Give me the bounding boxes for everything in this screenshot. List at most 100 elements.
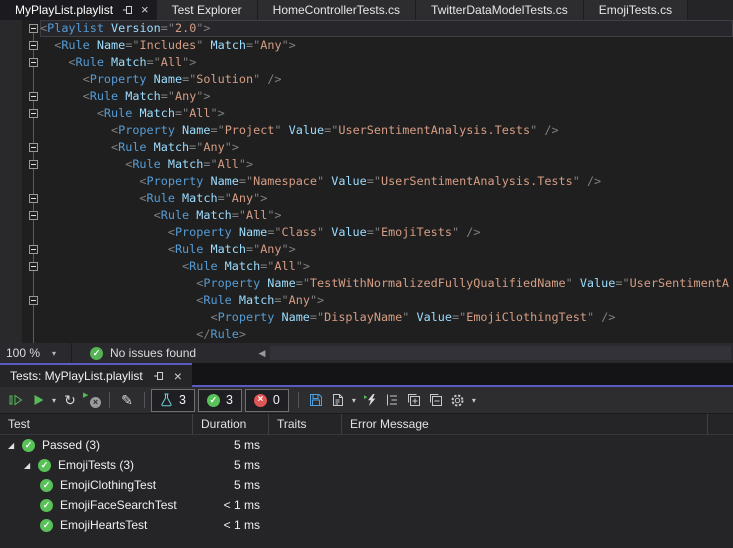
zoom-control[interactable]: 100 % ▾	[0, 343, 72, 363]
code-line-11[interactable]: <Rule Match="Any">	[0, 190, 733, 207]
settings-button[interactable]	[448, 389, 468, 411]
fold-collapse-icon[interactable]	[29, 245, 38, 254]
test-row-5[interactable]: ✓ EmojiHeartsTest < 1 ms	[0, 515, 733, 535]
code-line-17[interactable]: <Rule Match="Any">	[0, 292, 733, 309]
passed-tests-filter-button[interactable]: ✓ 3	[197, 388, 242, 412]
cancel-run-icon: ▶ ×	[83, 392, 101, 408]
cancel-run-button[interactable]: ▶ ×	[82, 389, 102, 411]
test-passed-icon: ✓	[40, 518, 53, 532]
scroll-left-icon[interactable]: ◀	[254, 348, 270, 359]
repeat-last-run-button[interactable]: ↻	[60, 389, 80, 411]
code-line-3[interactable]: <Rule Match="All">	[0, 54, 733, 71]
run-all-tests-button[interactable]	[6, 389, 26, 411]
close-icon[interactable]: ×	[174, 369, 182, 383]
fold-collapse-icon[interactable]	[29, 194, 38, 203]
fold-gutter[interactable]	[0, 241, 40, 258]
code-line-10[interactable]: <Property Name="Namespace" Value="UserSe…	[0, 173, 733, 190]
fold-gutter[interactable]	[0, 37, 40, 54]
save-playlist-button[interactable]	[306, 389, 326, 411]
expanded-arrow-icon[interactable]: ◢	[24, 461, 38, 470]
expand-all-button[interactable]	[404, 389, 424, 411]
test-toolbar: ▾ ↻ ▶ × ✎ 3 ✓ 3 × 0 ▾ ▾	[0, 387, 733, 414]
playlist-selector-button[interactable]	[328, 389, 348, 411]
code-line-7[interactable]: <Property Name="Project" Value="UserSent…	[0, 122, 733, 139]
fold-gutter[interactable]	[0, 292, 40, 309]
document-tab-1[interactable]: MyPlayList.playlist ×	[0, 0, 157, 20]
code-line-9[interactable]: <Rule Match="All">	[0, 156, 733, 173]
column-header-traits[interactable]: Traits	[268, 414, 341, 434]
fold-collapse-icon[interactable]	[29, 92, 38, 101]
pencil-icon: ✎	[121, 392, 133, 408]
code-line-6[interactable]: <Rule Match="All">	[0, 105, 733, 122]
fold-gutter[interactable]	[0, 139, 40, 156]
horizontal-scrollbar[interactable]: ◀	[254, 343, 733, 363]
column-header-error-message[interactable]: Error Message	[341, 414, 707, 434]
fold-gutter[interactable]	[0, 20, 40, 37]
fold-collapse-icon[interactable]	[29, 143, 38, 152]
fold-collapse-icon[interactable]	[29, 41, 38, 50]
code-line-13[interactable]: <Property Name="Class" Value="EmojiTests…	[0, 224, 733, 241]
column-header-duration[interactable]: Duration	[192, 414, 268, 434]
playlist-dropdown-caret[interactable]: ▾	[349, 389, 359, 411]
run-dropdown-caret[interactable]: ▾	[49, 389, 59, 411]
fold-gutter	[0, 173, 40, 190]
fold-collapse-icon[interactable]	[29, 109, 38, 118]
xml-editor[interactable]: <Playlist Version="2.0"> <Rule Name="Incl…	[0, 20, 733, 343]
fold-collapse-icon[interactable]	[29, 24, 38, 33]
failed-tests-filter-button[interactable]: × 0	[244, 388, 289, 412]
test-row-2[interactable]: ◢ ✓ EmojiTests (3) 5 ms	[0, 455, 733, 475]
code-line-14[interactable]: <Rule Match="Any">	[0, 241, 733, 258]
expanded-arrow-icon[interactable]: ◢	[8, 441, 22, 450]
code-line-19[interactable]: </Rule>	[0, 326, 733, 343]
code-line-8[interactable]: <Rule Match="Any">	[0, 139, 733, 156]
code-line-2[interactable]: <Rule Name="Includes" Match="Any">	[0, 37, 733, 54]
column-header-test[interactable]: Test	[0, 414, 192, 434]
fold-collapse-icon[interactable]	[29, 160, 38, 169]
code-line-1[interactable]: <Playlist Version="2.0">	[0, 20, 733, 37]
document-tab-5[interactable]: EmojiTests.cs	[583, 0, 689, 20]
pin-icon[interactable]	[153, 370, 165, 382]
fold-gutter[interactable]	[0, 156, 40, 173]
code-line-4[interactable]: <Property Name="Solution" />	[0, 71, 733, 88]
run-tests-after-build-button[interactable]	[360, 389, 380, 411]
editor-status-bar: 100 % ▾ ✓ No issues found ◀	[0, 343, 733, 363]
code-line-18[interactable]: <Property Name="DisplayName" Value="Emoj…	[0, 309, 733, 326]
group-by-button[interactable]	[382, 389, 402, 411]
code-line-16[interactable]: <Property Name="TestWithNormalizedFullyQ…	[0, 275, 733, 292]
fold-gutter[interactable]	[0, 207, 40, 224]
fold-collapse-icon[interactable]	[29, 296, 38, 305]
fold-gutter[interactable]	[0, 105, 40, 122]
document-tab-3[interactable]: HomeControllerTests.cs	[257, 0, 417, 20]
tests-panel-tab[interactable]: Tests: MyPlayList.playlist ×	[0, 363, 192, 387]
code-line-5[interactable]: <Rule Match="Any">	[0, 88, 733, 105]
fold-collapse-icon[interactable]	[29, 58, 38, 67]
total-tests-filter-button[interactable]: 3	[151, 388, 195, 412]
save-icon	[309, 394, 322, 406]
pin-icon[interactable]	[122, 4, 134, 16]
fold-gutter	[0, 122, 40, 139]
fold-gutter[interactable]	[0, 54, 40, 71]
run-tests-button[interactable]	[28, 389, 48, 411]
scrollbar-track[interactable]	[270, 346, 731, 360]
code-line-12[interactable]: <Rule Match="All">	[0, 207, 733, 224]
fold-gutter[interactable]	[0, 258, 40, 275]
fold-gutter	[0, 71, 40, 88]
settings-dropdown-caret[interactable]: ▾	[469, 389, 479, 411]
test-passed-icon: ✓	[40, 478, 53, 492]
failed-icon: ×	[253, 393, 267, 407]
fold-collapse-icon[interactable]	[29, 211, 38, 220]
fold-collapse-icon[interactable]	[29, 262, 38, 271]
test-row-3[interactable]: ✓ EmojiClothingTest 5 ms	[0, 475, 733, 495]
document-tab-2[interactable]: Test Explorer	[156, 0, 258, 20]
document-health-indicator[interactable]: ✓ No issues found	[90, 346, 196, 360]
total-count: 3	[179, 393, 186, 407]
test-row-4[interactable]: ✓ EmojiFaceSearchTest < 1 ms	[0, 495, 733, 515]
document-tab-4[interactable]: TwitterDataModelTests.cs	[416, 0, 584, 20]
fold-gutter[interactable]	[0, 190, 40, 207]
test-row-1[interactable]: ◢ ✓ Passed (3) 5 ms	[0, 435, 733, 455]
fold-gutter[interactable]	[0, 88, 40, 105]
code-line-15[interactable]: <Rule Match="All">	[0, 258, 733, 275]
close-icon[interactable]: ×	[141, 3, 149, 16]
edit-playlist-button[interactable]: ✎	[117, 389, 137, 411]
collapse-all-button[interactable]	[426, 389, 446, 411]
